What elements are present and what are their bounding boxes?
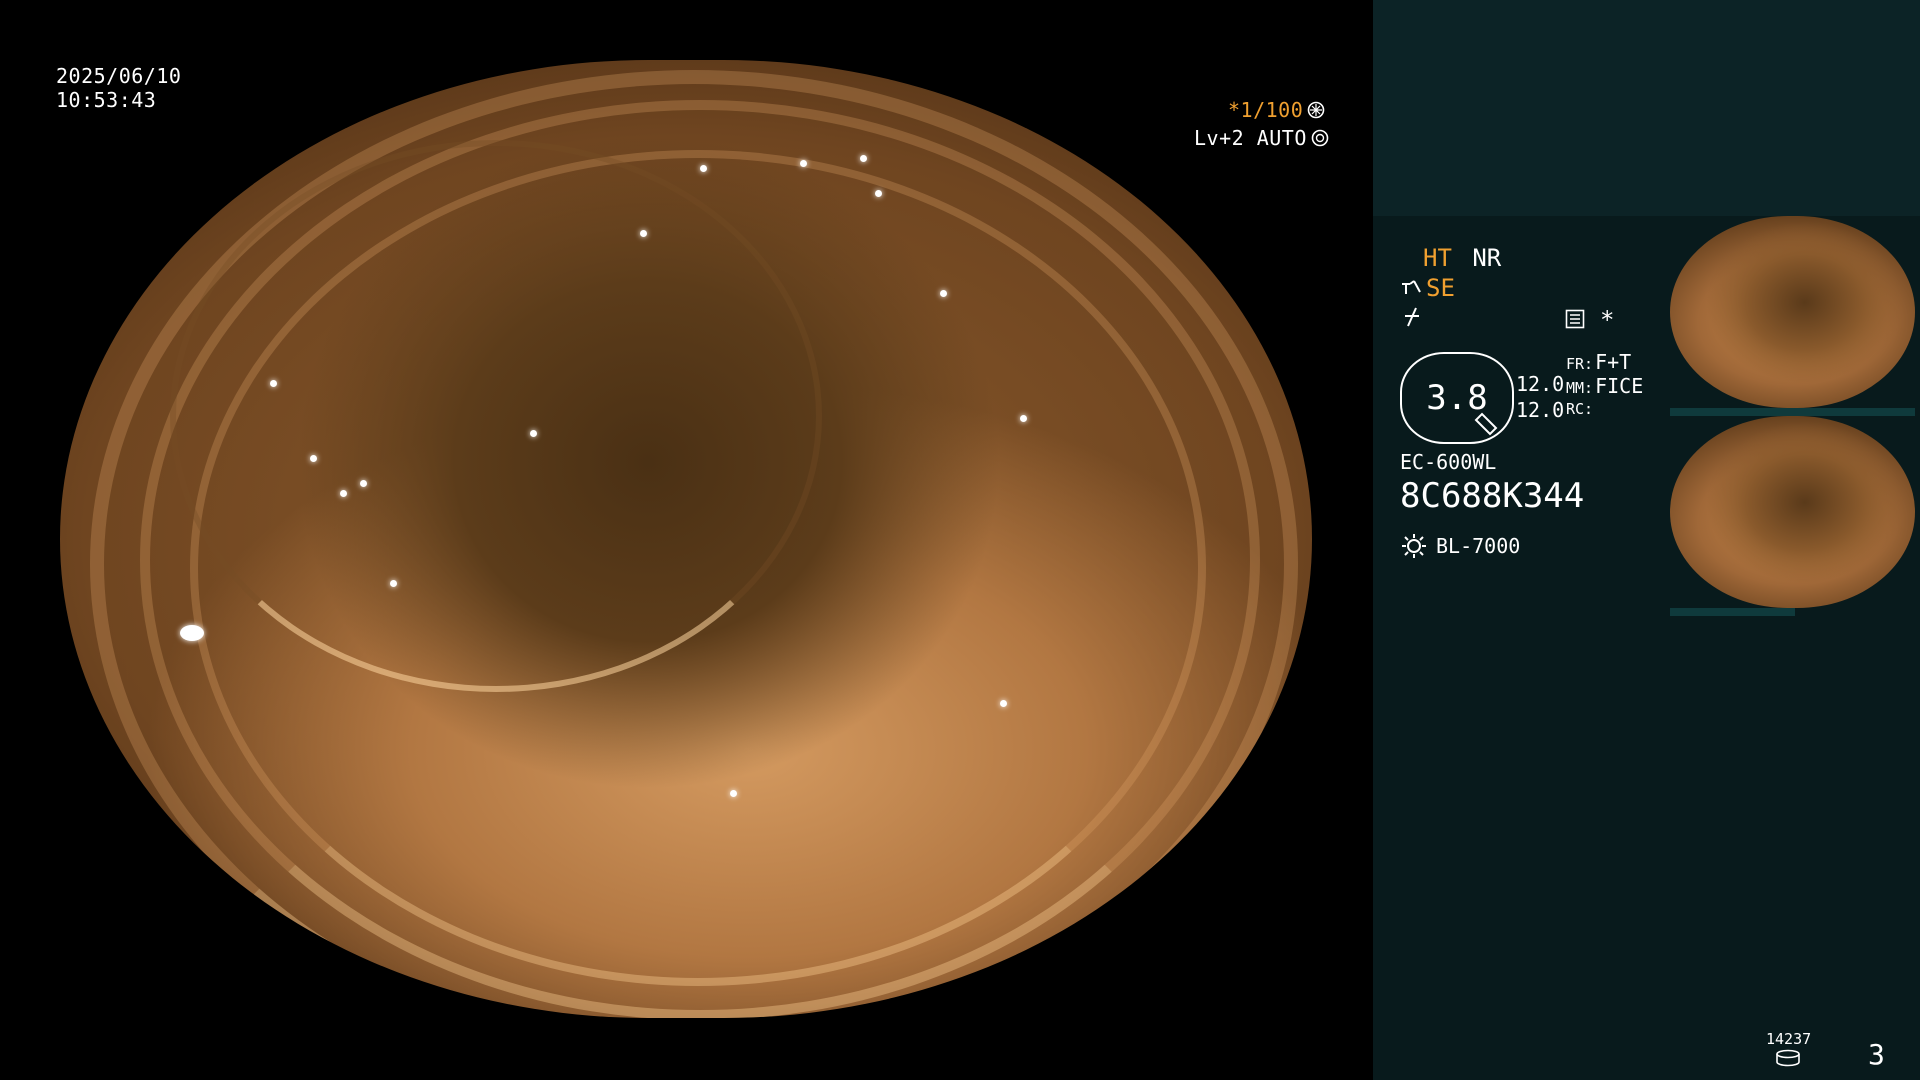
specular-highlight — [875, 190, 882, 197]
record-menu-icon — [1565, 309, 1585, 329]
rc-key: RC: — [1566, 400, 1594, 418]
specular-highlight — [640, 230, 647, 237]
capture-time: 10:53:43 — [56, 88, 157, 112]
page-number: 3 — [1868, 1038, 1885, 1071]
lumen-ring — [170, 140, 822, 692]
se-indicator: SE — [1400, 274, 1455, 302]
image-counter: 14237 — [1766, 1030, 1812, 1048]
specular-highlight — [390, 580, 397, 587]
specular-highlight — [310, 455, 317, 462]
level-readout: Lv+2 AUTO — [1194, 126, 1329, 150]
storage-disk-icon — [1776, 1049, 1800, 1067]
asterisk-mark: * — [1600, 306, 1615, 334]
ht-label: HT — [1423, 244, 1452, 272]
scope-serial: 8C688K344 — [1400, 476, 1585, 516]
specular-highlight — [360, 480, 367, 487]
shutter-readout: *1/100 — [1228, 98, 1325, 122]
iris-icon — [1311, 129, 1329, 147]
specular-highlight — [1020, 415, 1027, 422]
light-source-label: BL-7000 — [1436, 534, 1521, 558]
zoom-row-2: 12.0 — [1516, 398, 1565, 422]
specular-highlight — [180, 625, 204, 641]
capture-date: 2025/06/10 — [56, 64, 182, 88]
specular-highlight — [1000, 700, 1007, 707]
specular-highlight — [700, 165, 707, 172]
frame-mask-top — [0, 0, 1373, 60]
specular-highlight — [530, 430, 537, 437]
capture-thumbnail-2[interactable] — [1670, 416, 1915, 608]
thumbnail-bar-1 — [1670, 408, 1915, 416]
color-enhance-icon — [1405, 307, 1419, 327]
frame-mask-bottom — [0, 1018, 1373, 1080]
light-bulb-icon — [1402, 534, 1426, 558]
specular-highlight — [340, 490, 347, 497]
thumbnail-bar-2 — [1670, 608, 1795, 616]
specular-highlight — [270, 380, 277, 387]
level-value: Lv+2 AUTO — [1194, 126, 1307, 150]
panel-header-area — [1373, 0, 1920, 216]
zoom-handle-icon — [1474, 412, 1498, 436]
structure-enhance-icon — [1402, 280, 1421, 294]
shutter-value: *1/100 — [1228, 98, 1304, 122]
endoscope-image — [60, 60, 1312, 1018]
light-source-row: BL-7000 — [1400, 532, 1520, 560]
endoscope-view: 2025/06/10 10:53:43 *1/100 Lv+2 AUTO — [0, 0, 1373, 1080]
specular-highlight — [860, 155, 867, 162]
mm-value: FICE — [1595, 374, 1644, 398]
mm-row: MM: FICE — [1566, 374, 1643, 398]
fr-value: F+T — [1595, 350, 1632, 374]
se-label: SE — [1426, 274, 1455, 302]
specular-highlight — [730, 790, 737, 797]
specular-highlight — [800, 160, 807, 167]
fr-row: FR: F+T — [1566, 350, 1631, 374]
capture-thumbnail-1[interactable] — [1670, 216, 1915, 408]
aperture-icon — [1307, 101, 1325, 119]
fr-key: FR: — [1566, 355, 1594, 373]
mm-key: MM: — [1566, 379, 1594, 397]
rc-row: RC: — [1566, 400, 1595, 418]
specular-highlight — [940, 290, 947, 297]
ht-indicator: HT NR — [1423, 244, 1501, 272]
zoom-row-1: 12.0 — [1516, 372, 1565, 396]
scope-model: EC-600WL — [1400, 450, 1497, 474]
nr-label: NR — [1472, 244, 1502, 272]
